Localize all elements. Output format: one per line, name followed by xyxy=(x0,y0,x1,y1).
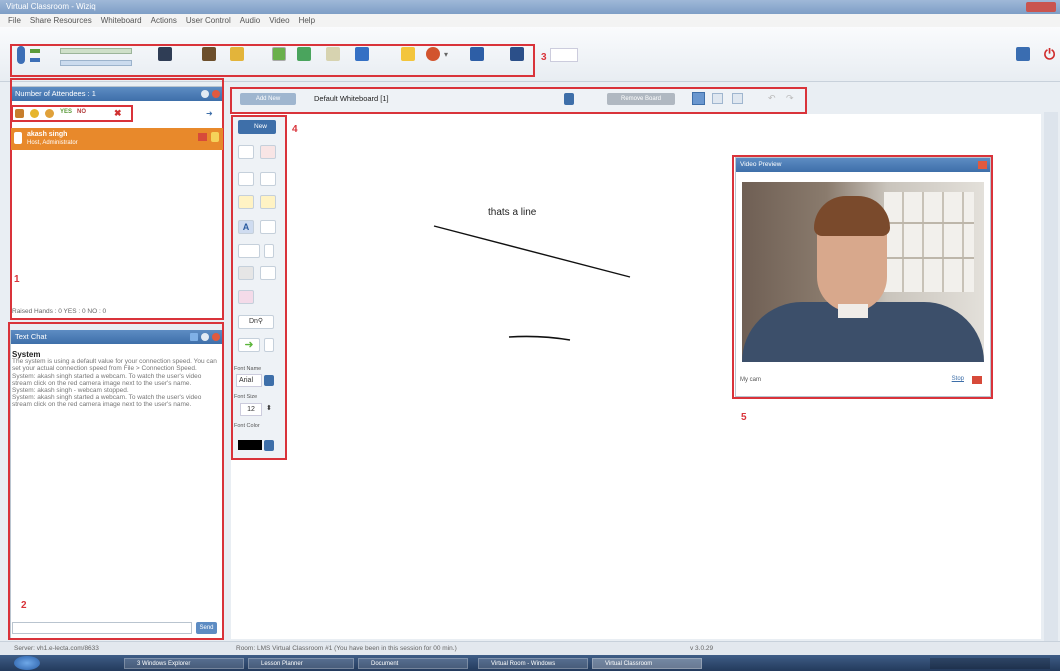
cut-tool-icon[interactable] xyxy=(238,145,254,159)
taskbar-item-classroom[interactable]: Virtual Classroom xyxy=(592,658,702,669)
taskbar-item-document[interactable]: Document xyxy=(358,658,468,669)
font-size-label: Font Size xyxy=(234,394,258,400)
highlighter-tool-icon[interactable] xyxy=(260,195,276,209)
status-bar: Server: vh1.e-lecta.com/8633 Room: LMS V… xyxy=(0,641,1060,655)
taskbar-item-explorer[interactable]: 3 Windows Explorer xyxy=(124,658,244,669)
font-name-select[interactable]: Arial xyxy=(236,374,262,387)
select-tool-icon[interactable] xyxy=(238,172,254,186)
font-name-label: Font Name xyxy=(234,366,262,372)
font-size-input[interactable]: 12 xyxy=(240,403,262,416)
new-page-button[interactable]: New xyxy=(238,120,276,134)
drawn-stroke xyxy=(508,335,571,341)
font-name-dropdown-icon[interactable] xyxy=(264,375,274,386)
font-size-stepper-icon[interactable]: ⬍ xyxy=(266,404,272,412)
status-room: Room: LMS Virtual Classroom #1 (You have… xyxy=(236,645,457,652)
pencil-tool-icon[interactable] xyxy=(238,195,254,209)
start-button[interactable] xyxy=(14,656,40,670)
zoom-tool-icon[interactable]: Dn⚲ xyxy=(238,315,274,329)
drawn-line xyxy=(433,225,631,278)
arrow-tool-icon[interactable]: ➜ xyxy=(238,338,260,352)
status-version: v 3.0.29 xyxy=(690,645,714,652)
font-color-dropdown-icon[interactable] xyxy=(264,440,274,451)
video-highlight-box xyxy=(732,155,993,399)
arrow-dropdown-icon[interactable] xyxy=(264,338,274,352)
shape-dropdown-icon[interactable] xyxy=(264,244,274,258)
image-tool-icon[interactable] xyxy=(260,220,276,234)
status-server: Server: vh1.e-lecta.com/8633 xyxy=(14,645,99,652)
delete-tool-icon[interactable] xyxy=(260,145,276,159)
line-tool-icon[interactable] xyxy=(260,172,276,186)
label-4: 4 xyxy=(292,124,298,135)
eraser-tool-icon[interactable] xyxy=(238,290,254,304)
taskbar-item-virtual-room[interactable]: Virtual Room - Windows xyxy=(478,658,588,669)
table-tool-icon[interactable] xyxy=(260,266,276,280)
fill-tool-icon[interactable] xyxy=(238,266,254,280)
taskbar-item-planner[interactable]: Lesson Planner xyxy=(248,658,354,669)
shape-tool-icon[interactable] xyxy=(238,244,260,258)
system-tray xyxy=(930,658,1050,669)
text-tool-icon[interactable]: A xyxy=(238,220,254,234)
font-color-swatch[interactable] xyxy=(238,440,262,450)
font-color-label: Font Color xyxy=(234,423,260,429)
label-5: 5 xyxy=(741,412,747,423)
